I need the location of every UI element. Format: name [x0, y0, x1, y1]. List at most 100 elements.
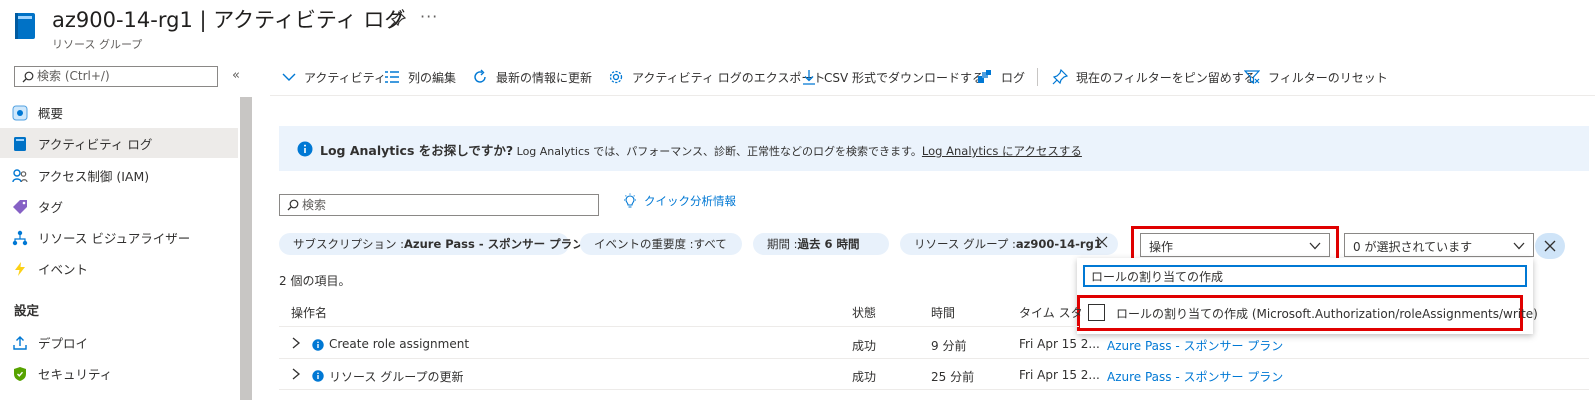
logs-icon: [978, 70, 991, 83]
selection-dropdown[interactable]: 0 が選択されています: [1344, 233, 1534, 257]
resource-group-filter-pill[interactable]: リソース グループ : az900-14-rg1: [900, 233, 1118, 255]
export-label: アクティビティ ログのエクスポート: [632, 70, 826, 85]
nav-item-activity-log[interactable]: アクティビティ ログ: [0, 128, 238, 158]
column-header-operation[interactable]: 操作名: [291, 304, 327, 321]
banner-heading: Log Analytics をお探しですか?: [320, 143, 514, 158]
nav-item-label: リソース ビジュアライザー: [38, 231, 191, 246]
pill-value: 過去 6 時間: [797, 237, 860, 251]
event-search-box[interactable]: [279, 194, 599, 216]
edit-columns-button[interactable]: 列の編集: [384, 66, 456, 88]
activity-label: アクティビティ: [304, 70, 386, 85]
reset-filter-button[interactable]: フィルターのリセット: [1244, 66, 1388, 88]
nav-item-overview[interactable]: 概要: [0, 97, 238, 127]
pill-value: Azure Pass - スポンサー プラン: [404, 237, 584, 251]
time-cell: 9 分前: [931, 339, 967, 353]
more-button[interactable]: ···: [420, 7, 438, 26]
operation-dropdown-panel: ロールの割り当ての作成 (Microsoft.Authorization/rol…: [1077, 258, 1538, 334]
reset-filter-label: フィルターのリセット: [1268, 70, 1388, 85]
nav-item-security[interactable]: セキュリティ: [0, 358, 238, 388]
operation-option[interactable]: ロールの割り当ての作成 (Microsoft.Authorization/rol…: [1077, 295, 1538, 331]
logs-label: ログ: [1001, 70, 1026, 85]
iam-icon: [12, 168, 28, 184]
pill-label: リソース グループ :: [914, 237, 1016, 251]
nav-search-box[interactable]: [14, 66, 218, 87]
nav-section-settings: 設定: [14, 303, 40, 318]
resource-group-icon: [14, 12, 36, 40]
export-button[interactable]: アクティビティ ログのエクスポート: [608, 66, 825, 88]
pin-icon: [1052, 69, 1068, 85]
lightbulb-icon: [624, 193, 636, 208]
table-row[interactable]: リソース グループの更新 成功 25 分前 Fri Apr 15 2... Az…: [279, 360, 1589, 390]
deploy-icon: [12, 335, 28, 351]
gear-icon: [609, 70, 623, 84]
selection-dropdown-value: 0 が選択されています: [1353, 240, 1473, 254]
remove-filter-icon[interactable]: [1096, 236, 1108, 248]
edit-columns-label: 列の編集: [408, 70, 457, 85]
nav-scrollbar[interactable]: [240, 97, 252, 400]
operation-name: Create role assignment: [329, 337, 470, 351]
search-icon: [287, 199, 299, 211]
time-cell: 25 分前: [931, 370, 975, 384]
info-icon: [312, 370, 324, 382]
download-csv-button[interactable]: CSV 形式でダウンロードする: [802, 66, 984, 88]
pin-filter-button[interactable]: 現在のフィルターをピン留めする: [1052, 66, 1256, 88]
refresh-label: 最新の情報に更新: [496, 70, 593, 85]
chevron-right-icon[interactable]: [291, 337, 301, 349]
column-header-timestamp[interactable]: タイム スタ: [1019, 304, 1083, 321]
command-bar: アクティビティ 列の編集 最新の情報に更新 アクティビティ ログのエクスポート …: [282, 66, 1388, 90]
status-cell: 成功: [852, 370, 877, 384]
column-header-status[interactable]: 状態: [852, 304, 876, 321]
pill-label: 期間 :: [767, 237, 798, 251]
overview-icon: [12, 105, 28, 121]
toolbar-divider-line: [270, 95, 1595, 96]
column-header-time[interactable]: 時間: [931, 304, 955, 321]
pin-icon[interactable]: [390, 11, 406, 27]
status-cell: 成功: [852, 339, 877, 353]
nav-item-label: セキュリティ: [38, 367, 113, 382]
dropdown-filter-box[interactable]: [1083, 265, 1527, 287]
chevron-down-icon: [1309, 242, 1321, 250]
operation-dropdown[interactable]: 操作: [1140, 233, 1330, 257]
logs-button[interactable]: ログ: [977, 66, 1025, 88]
event-search-input[interactable]: [302, 197, 592, 213]
refresh-button[interactable]: 最新の情報に更新: [472, 66, 592, 88]
pill-value: すべて: [693, 237, 727, 251]
subscription-link[interactable]: Azure Pass - スポンサー プラン: [1107, 368, 1283, 385]
dropdown-filter-input[interactable]: [1091, 268, 1521, 284]
remove-operation-filter-button[interactable]: [1535, 233, 1565, 259]
info-icon: [312, 339, 324, 351]
chevron-down-icon: [282, 73, 296, 81]
activity-log-icon: [12, 136, 28, 152]
nav-item-events[interactable]: イベント: [0, 253, 238, 283]
item-count: 2 個の項目。: [279, 274, 351, 288]
nav-item-deployments[interactable]: デプロイ: [0, 327, 238, 357]
search-icon: [22, 71, 34, 83]
shield-icon: [12, 366, 28, 382]
download-csv-label: CSV 形式でダウンロードする: [824, 70, 985, 85]
banner-text: Log Analytics では、パフォーマンス、診断、正常性などのログを検索で…: [513, 145, 922, 158]
operation-dropdown-value: 操作: [1149, 240, 1174, 254]
nav-item-iam[interactable]: アクセス制御 (IAM): [0, 160, 238, 190]
severity-filter-pill[interactable]: イベントの重要度 : すべて: [580, 233, 742, 255]
table-row[interactable]: Create role assignment 成功 9 分前 Fri Apr 1…: [279, 329, 1589, 359]
log-analytics-link[interactable]: Log Analytics にアクセスする: [922, 144, 1082, 158]
activity-button[interactable]: アクティビティ: [282, 66, 386, 88]
table-header-divider: [279, 326, 1079, 327]
nav-item-resource-visualizer[interactable]: リソース ビジュアライザー: [0, 222, 238, 252]
quick-insights-label: クイック分析情報: [644, 194, 736, 208]
refresh-icon: [474, 69, 486, 83]
nav-item-tags[interactable]: タグ: [0, 191, 238, 221]
subscription-filter-pill[interactable]: サブスクリプション : Azure Pass - スポンサー プラン: [279, 233, 584, 255]
subscription-link[interactable]: Azure Pass - スポンサー プラン: [1107, 337, 1283, 354]
chevron-right-icon[interactable]: [291, 368, 301, 380]
nav-item-label: タグ: [38, 200, 64, 215]
nav-item-label: アクティビティ ログ: [38, 137, 153, 152]
quick-insights-link[interactable]: クイック分析情報: [622, 193, 736, 209]
timespan-filter-pill[interactable]: 期間 : 過去 6 時間: [753, 233, 889, 255]
collapse-nav-button[interactable]: «: [232, 68, 240, 83]
lightning-icon: [12, 261, 28, 277]
tag-icon: [12, 199, 28, 215]
chevron-down-icon: [1513, 242, 1525, 250]
nav-search-input[interactable]: [37, 68, 212, 84]
option-checkbox[interactable]: [1088, 304, 1105, 321]
